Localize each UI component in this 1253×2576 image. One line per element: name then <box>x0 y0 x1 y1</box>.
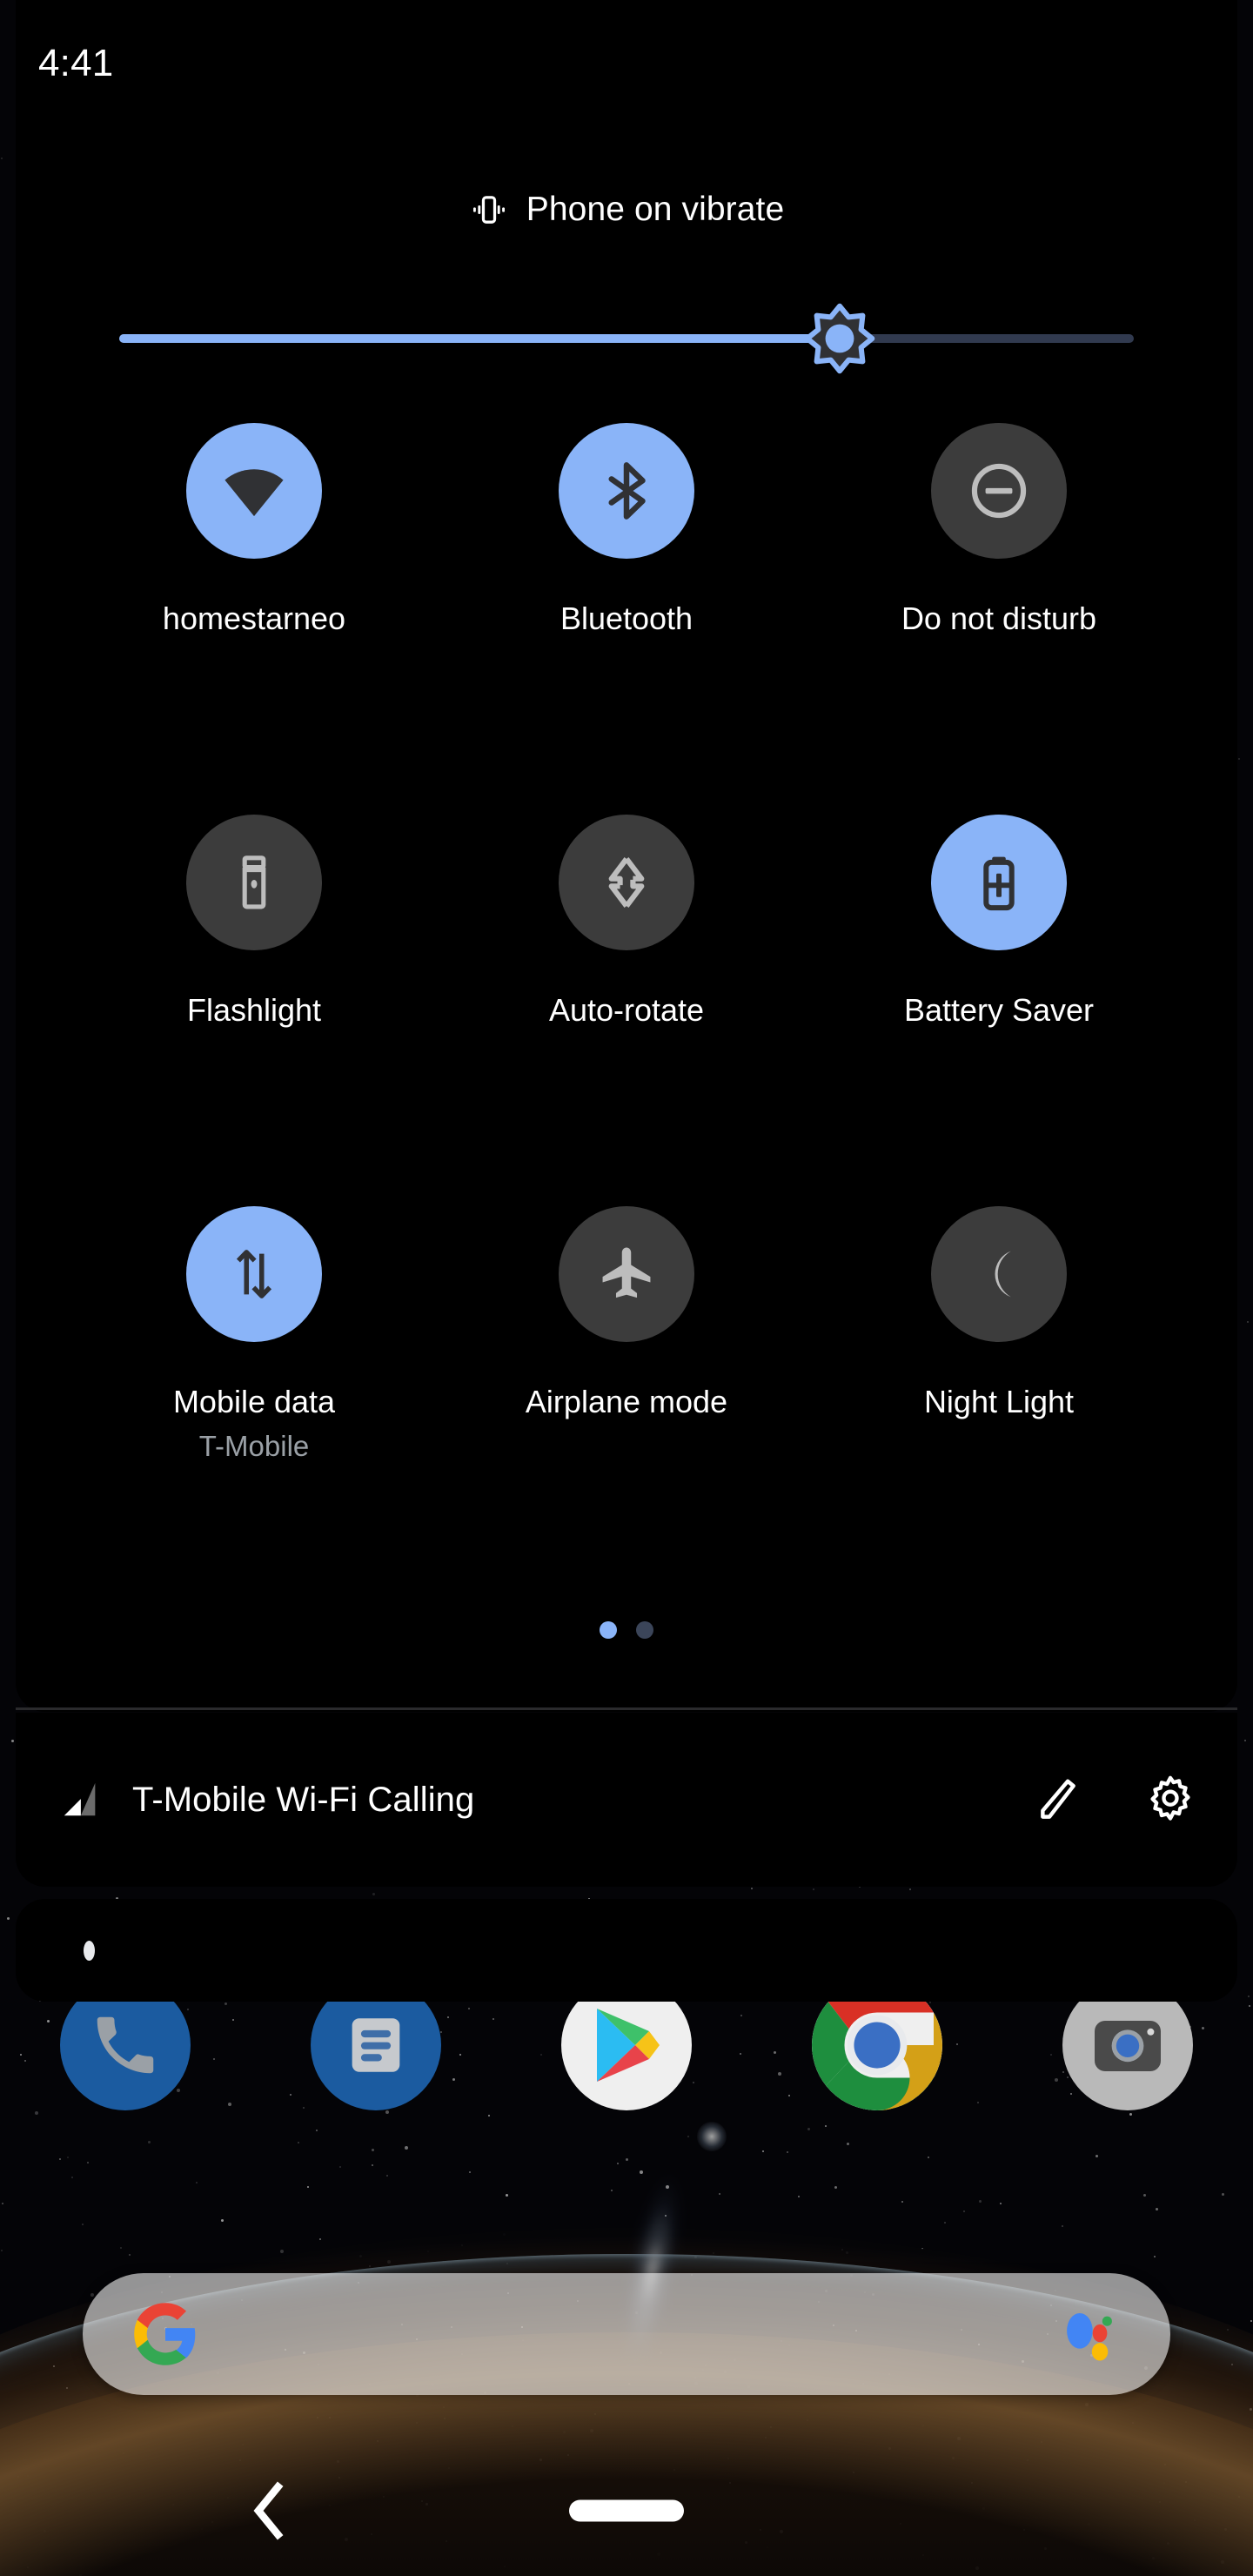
google-search-bar[interactable] <box>83 2273 1170 2395</box>
tile-battery-saver[interactable]: Battery Saver <box>813 801 1185 1192</box>
tile-sublabel: T-Mobile <box>198 1430 310 1463</box>
google-assistant-icon[interactable] <box>1057 2302 1122 2366</box>
google-g-icon <box>134 2303 196 2365</box>
tile-label: Flashlight <box>186 992 322 1028</box>
page-dot-2[interactable] <box>636 1621 653 1639</box>
wifi-icon <box>224 469 284 517</box>
page-indicator[interactable] <box>16 1621 1237 1639</box>
tile-mobile-data[interactable]: Mobile data T-Mobile <box>68 1192 440 1584</box>
gear-icon[interactable] <box>1145 1774 1196 1825</box>
battery-saver-icon <box>983 856 1015 911</box>
tile-icon-bg <box>931 423 1067 559</box>
tile-label: homestarneo <box>162 600 346 636</box>
tile-do-not-disturb[interactable]: Do not disturb <box>813 409 1185 801</box>
messages-bubble-icon <box>352 2018 400 2072</box>
vibrate-icon <box>472 196 505 224</box>
quick-settings-panel: 4:41 Phone on vibrate homestarneo Blueto… <box>16 0 1237 1712</box>
tile-wifi[interactable]: homestarneo <box>68 409 440 801</box>
tile-label: Night Light <box>923 1384 1075 1419</box>
tile-icon-bg <box>186 423 322 559</box>
notification-dot-icon <box>84 1940 95 1961</box>
brightness-fill <box>119 334 840 343</box>
quick-settings-tiles: homestarneo Bluetooth Do not disturb Fla… <box>68 409 1185 1584</box>
bluetooth-icon <box>608 462 646 520</box>
status-bar: 4:41 <box>16 0 1237 103</box>
tile-icon-bg <box>559 815 694 950</box>
status-bar-clock: 4:41 <box>38 42 114 84</box>
brightness-slider[interactable] <box>119 299 1134 378</box>
tile-icon-bg <box>186 1206 322 1342</box>
tile-label: Auto-rotate <box>548 992 705 1028</box>
tile-label: Bluetooth <box>559 600 694 636</box>
tile-icon-bg <box>931 1206 1067 1342</box>
tile-auto-rotate[interactable]: Auto-rotate <box>440 801 813 1192</box>
tile-icon-bg <box>559 423 694 559</box>
notification-title: T-Mobile Wi-Fi Calling <box>132 1780 475 1819</box>
airplane-icon <box>602 1247 651 1298</box>
tile-label: Mobile data <box>172 1384 336 1419</box>
tile-label: Do not disturb <box>901 600 1097 636</box>
collapsed-notification-stub[interactable] <box>16 1899 1237 2002</box>
tile-bluetooth[interactable]: Bluetooth <box>440 409 813 801</box>
home-pill-icon[interactable] <box>569 2499 684 2522</box>
do-not-disturb-icon <box>971 463 1027 519</box>
ringer-mode-label: Phone on vibrate <box>526 191 785 228</box>
notification-actions <box>1032 1774 1196 1825</box>
tile-icon-bg <box>186 815 322 950</box>
play-store-icon <box>597 2009 660 2082</box>
notification-card[interactable]: T-Mobile Wi-Fi Calling <box>16 1713 1237 1887</box>
tile-label: Battery Saver <box>903 992 1095 1028</box>
brightness-sun-icon <box>804 303 875 374</box>
tile-icon-bg <box>931 815 1067 950</box>
flashlight-icon <box>242 855 266 909</box>
tile-night-light[interactable]: Night Light <box>813 1192 1185 1584</box>
phone-handset-icon <box>97 2016 154 2074</box>
brightness-thumb[interactable] <box>803 302 876 375</box>
navigation-bar <box>0 2445 1253 2576</box>
panel-divider <box>16 1707 1237 1710</box>
page-dot-1[interactable] <box>600 1621 617 1639</box>
mobile-data-icon <box>236 1250 272 1298</box>
tile-label: Airplane mode <box>525 1384 728 1419</box>
camera-icon <box>1095 2021 1161 2071</box>
android-quick-settings-screen: 4:41 Phone on vibrate homestarneo Blueto… <box>0 0 1253 2576</box>
tile-icon-bg <box>559 1206 694 1342</box>
tile-flashlight[interactable]: Flashlight <box>68 801 440 1192</box>
notification-content: T-Mobile Wi-Fi Calling <box>57 1777 1032 1822</box>
night-light-moon-icon <box>995 1251 1011 1298</box>
back-button[interactable] <box>245 2480 289 2541</box>
tile-airplane-mode[interactable]: Airplane mode <box>440 1192 813 1584</box>
auto-rotate-icon <box>608 857 645 908</box>
back-chevron-icon <box>253 2481 284 2540</box>
ringer-mode-row[interactable]: Phone on vibrate <box>16 190 1237 230</box>
pencil-icon[interactable] <box>1032 1775 1081 1824</box>
signal-bars-icon <box>64 1782 96 1816</box>
